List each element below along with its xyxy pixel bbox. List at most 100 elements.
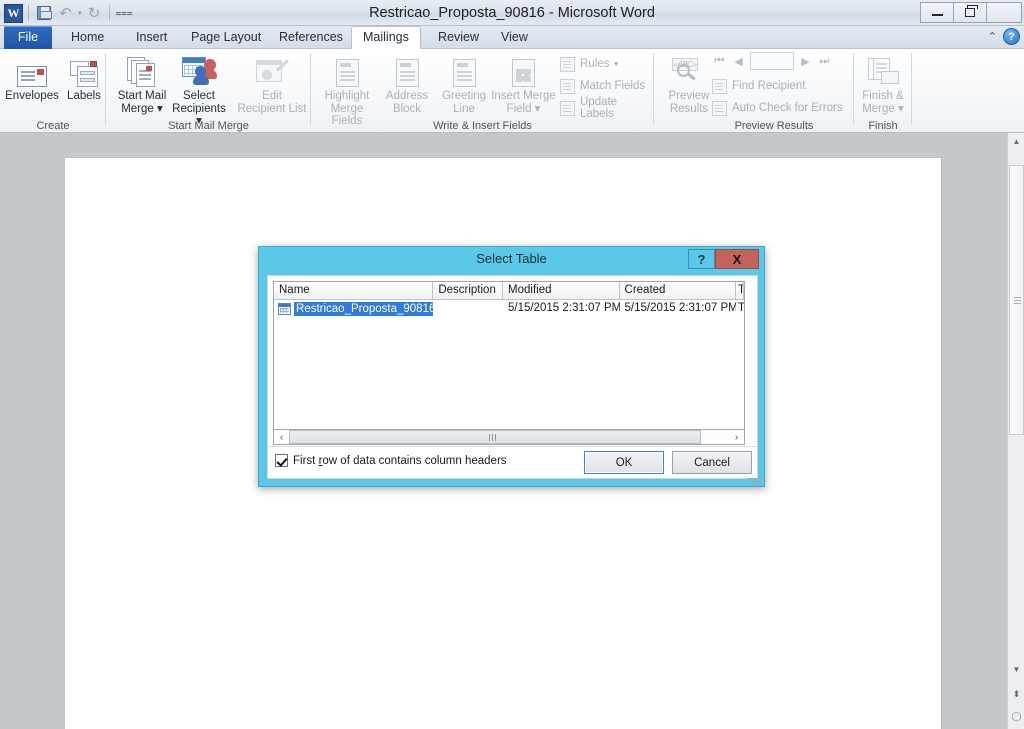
select-recipients-button[interactable]: Select Recipients ▾ — [168, 53, 230, 128]
address-block-label-2: Block — [392, 102, 422, 115]
vertical-scroll-thumb[interactable] — [1009, 165, 1024, 435]
table-row-name[interactable]: Restricao_Proposta_90816$ — [294, 301, 434, 316]
insert-merge-field-label-1: Insert Merge — [491, 90, 556, 102]
undo-icon[interactable]: ↶ — [56, 4, 75, 23]
scroll-down-button[interactable]: ▼ — [1008, 661, 1024, 678]
tab-view[interactable]: View — [490, 26, 539, 49]
column-header-description[interactable]: Description — [433, 282, 504, 299]
next-record-icon[interactable]: ▶ — [798, 53, 813, 70]
rules-button[interactable]: Rules ▾ — [560, 54, 618, 74]
start-mail-merge-label-2: Merge ▾ — [121, 102, 163, 115]
ok-button[interactable]: OK — [584, 451, 664, 474]
start-mail-merge-button[interactable]: Start Mail Merge ▾ — [111, 53, 173, 115]
tab-mailings[interactable]: Mailings — [351, 26, 421, 49]
close-button[interactable] — [986, 2, 1022, 23]
dialog-help-button[interactable]: ? — [688, 249, 715, 269]
table-row-type: T — [738, 302, 744, 314]
first-record-icon[interactable]: ⏮ — [712, 53, 727, 70]
address-block-button[interactable]: Address Block — [376, 53, 438, 115]
rules-icon — [560, 56, 575, 72]
ribbon-group-create: Envelopes Labels Create — [0, 49, 106, 133]
column-header-modified[interactable]: Modified — [503, 282, 620, 299]
labels-label: Labels — [67, 90, 101, 102]
highlight-merge-fields-button[interactable]: Highlight Merge Fields — [316, 53, 378, 128]
group-label-create: Create — [36, 120, 70, 132]
update-labels-button[interactable]: Update Labels — [560, 96, 654, 120]
table-row[interactable]: Restricao_Proposta_90816$ 5/15/2015 2:31… — [274, 300, 744, 317]
save-icon[interactable] — [34, 4, 53, 23]
record-number-input[interactable] — [750, 52, 794, 70]
column-header-name[interactable]: Name — [274, 282, 434, 299]
horizontal-scrollbar[interactable]: ‹ › — [273, 429, 745, 445]
rules-dropdown-icon[interactable]: ▾ — [614, 60, 618, 68]
select-browse-object-button[interactable]: ◯ — [1008, 708, 1024, 725]
vertical-scrollbar[interactable]: ▲ ▼ ⬍ ◯ — [1007, 133, 1024, 729]
cancel-button[interactable]: Cancel — [672, 451, 752, 474]
tab-home[interactable]: Home — [60, 26, 115, 49]
finish-and-merge-button[interactable]: Finish & Merge ▾ — [852, 53, 914, 115]
quick-access-toolbar: W ↶ ▾ ↻ ⩶ — [4, 2, 134, 24]
restore-button[interactable] — [953, 2, 987, 23]
address-block-icon — [376, 53, 438, 87]
dialog-close-button[interactable]: X — [715, 249, 759, 269]
auto-check-errors-button[interactable]: Auto Check for Errors — [712, 98, 843, 118]
scroll-up-button[interactable]: ▲ — [1008, 133, 1024, 150]
dialog-body: Name Description Modified Created T Rest… — [267, 275, 758, 479]
last-record-icon[interactable]: ⏭ — [817, 53, 832, 70]
first-row-headers-checkbox-row[interactable]: First row of data contains column header… — [275, 454, 507, 467]
start-mail-merge-icon — [111, 53, 173, 87]
edit-recipient-list-button[interactable]: Edit Recipient List — [236, 53, 308, 115]
column-header-type[interactable]: T — [736, 282, 745, 299]
match-fields-button[interactable]: Match Fields — [560, 76, 645, 96]
previous-page-button[interactable]: ⬍ — [1008, 686, 1024, 703]
match-fields-label: Match Fields — [580, 80, 646, 92]
find-recipient-button[interactable]: Find Recipient — [712, 76, 806, 96]
first-row-headers-checkbox[interactable] — [275, 454, 288, 467]
dialog-window-controls: ? X — [688, 249, 759, 269]
redo-icon[interactable]: ↻ — [85, 4, 104, 23]
preview-results-button[interactable]: «ABC» Preview Results — [658, 53, 720, 115]
collapse-ribbon-icon[interactable]: ⌃ — [988, 30, 997, 43]
update-labels-icon — [560, 100, 575, 116]
rules-label: Rules — [580, 58, 610, 70]
tab-page-layout[interactable]: Page Layout — [180, 26, 272, 49]
qat-divider-2 — [108, 5, 110, 21]
tab-review[interactable]: Review — [427, 26, 490, 49]
ribbon-group-write-insert-fields: Highlight Merge Fields Address Block Gre… — [311, 49, 654, 133]
ribbon-help-area: ⌃ ? — [988, 28, 1020, 45]
record-navigation: ⏮ ◀ ▶ ⏭ — [712, 52, 832, 70]
finish-merge-label-2: Merge ▾ — [862, 102, 904, 115]
column-header-created[interactable]: Created — [619, 282, 737, 299]
table-row-modified: 5/15/2015 2:31:07 PM — [508, 302, 620, 314]
minimize-button[interactable] — [920, 2, 954, 23]
word-logo-icon[interactable]: W — [4, 3, 23, 23]
group-label-preview-results: Preview Results — [734, 120, 814, 132]
horizontal-scroll-thumb[interactable] — [289, 430, 701, 444]
edit-recipient-list-label-1: Edit — [262, 90, 282, 102]
help-icon[interactable]: ? — [1003, 28, 1020, 45]
group-label-finish: Finish — [868, 120, 898, 132]
previous-record-icon[interactable]: ◀ — [731, 53, 746, 70]
match-fields-icon — [560, 78, 575, 94]
address-block-label-1: Address — [385, 90, 429, 102]
dialog-resize-grip[interactable] — [752, 475, 762, 485]
customize-qat-icon[interactable]: ⩶ — [115, 4, 134, 23]
undo-dropdown-icon[interactable]: ▾ — [78, 9, 82, 17]
ribbon-group-finish: Finish & Merge ▾ Finish — [854, 49, 912, 133]
preview-results-label-1: Preview — [668, 90, 710, 102]
scroll-right-button[interactable]: › — [729, 430, 744, 444]
select-recipients-label-1: Select — [183, 90, 215, 102]
scroll-left-button[interactable]: ‹ — [274, 430, 289, 444]
greeting-line-label-1: Greeting — [441, 90, 487, 102]
insert-merge-field-button[interactable]: Insert Merge Field ▾ — [486, 53, 561, 115]
envelopes-label: Envelopes — [5, 90, 59, 102]
group-separator-5 — [911, 53, 912, 125]
tab-references[interactable]: References — [268, 26, 354, 49]
tab-file[interactable]: File — [4, 26, 52, 49]
tab-insert[interactable]: Insert — [125, 26, 178, 49]
first-row-headers-label: First row of data contains column header… — [293, 454, 507, 467]
insert-merge-field-icon — [486, 53, 561, 87]
select-table-dialog: Select Table ? X Name Description Modifi… — [258, 246, 765, 487]
table-list[interactable]: Name Description Modified Created T Rest… — [273, 281, 745, 434]
auto-check-errors-icon — [712, 100, 727, 116]
